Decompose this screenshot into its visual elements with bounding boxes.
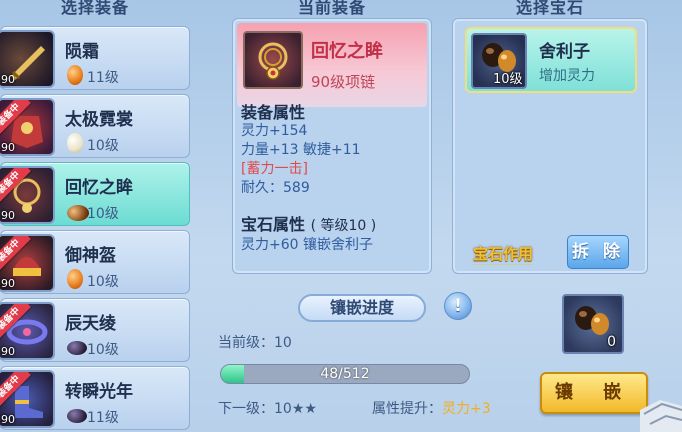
current-level-label: 当前级：10	[218, 335, 292, 351]
next-level-label: 下一级：10★★	[218, 401, 317, 417]
equipment-attributes: 装备属性 灵力+154 力量+13 敏捷+11 [蓄力一击] 耐久：589	[241, 103, 361, 198]
equipment-item-name: 太极霓裳	[65, 110, 133, 130]
equipment-level: 90	[1, 73, 15, 86]
gem-icon	[67, 269, 83, 289]
equipment-list-item[interactable]: 装备中 90 回忆之眸 10级	[0, 162, 190, 226]
necklace-icon[interactable]	[243, 31, 303, 89]
equipment-item-name: 御神盔	[65, 246, 116, 266]
attribute-line: 灵力+154	[241, 123, 308, 139]
equipment-level: 90	[1, 413, 15, 426]
gem-level: 11级	[87, 70, 119, 86]
gem-attributes-heading: 宝石属性 ( 等级10 )	[241, 215, 376, 236]
equipment-list-item[interactable]: 装备中 90 辰天绫 10级	[0, 298, 190, 362]
current-equipment-header: 回忆之眸 90级项链	[237, 23, 427, 107]
remove-gem-button[interactable]: 拆 除	[567, 235, 629, 269]
equipment-level: 90	[1, 209, 15, 222]
armor-icon: 装备中 90	[0, 98, 55, 156]
gem-card-name: 舍利子	[539, 42, 590, 62]
equipment-item-name: 辰天绫	[65, 314, 116, 334]
gem-level: 10级	[87, 274, 119, 290]
equipment-list-item[interactable]: 装备中 90 御神盔 10级	[0, 230, 190, 294]
inlay-progress-bar: 48/512	[220, 364, 470, 384]
attribute-boost-value: 灵力+3	[442, 401, 491, 417]
gem-icon	[67, 133, 83, 153]
gem-icon	[67, 65, 83, 85]
gem-level: 10级	[87, 138, 119, 154]
select-gem-panel: 10级 舍利子 增加灵力 宝石作用 拆 除	[452, 18, 648, 274]
equipment-item-name: 陨霜	[65, 42, 99, 62]
attribute-boost: 属性提升：灵力+3	[372, 398, 491, 418]
equipment-list-title: 选择装备	[60, 0, 129, 17]
belt-icon: 装备中 90	[0, 302, 55, 360]
gem-attributes: 宝石属性 ( 等级10 ) 灵力+60 镶嵌舍利子	[241, 215, 376, 255]
gem-material-slot[interactable]: 0	[562, 294, 624, 354]
sword-icon: 90	[0, 30, 55, 88]
gem-level: 10级	[87, 342, 119, 358]
select-gem-title: 选择宝石	[515, 0, 584, 17]
equipment-name: 回忆之眸	[311, 41, 383, 62]
gem-card-level: 10级	[493, 72, 523, 87]
durability: 耐久：589	[241, 180, 310, 196]
equipment-list-item[interactable]: 装备中 90 太极霓裳 10级	[0, 94, 190, 158]
attribute-line: 力量+13 敏捷+11	[241, 142, 361, 158]
gem-icon	[67, 409, 87, 423]
equipment-item-name: 转瞬光年	[65, 382, 133, 402]
inlay-progress-banner: 镶嵌进度	[298, 294, 426, 322]
attributes-heading: 装备属性	[241, 103, 306, 122]
slot-count: 0	[607, 334, 616, 350]
necklace-icon: 装备中 90	[0, 166, 55, 224]
inlay-button[interactable]: 镶 嵌	[540, 372, 648, 414]
helmet-icon: 装备中 90	[0, 234, 55, 292]
gem-card-sarira[interactable]: 10级 舍利子 增加灵力	[465, 27, 637, 93]
equipment-list-item[interactable]: 90 陨霜 11级	[0, 26, 190, 90]
gem-card-description: 增加灵力	[539, 68, 595, 84]
inlay-progress-text: 48/512	[320, 366, 370, 382]
gem-icon	[67, 341, 87, 355]
gem-level: 11级	[87, 410, 119, 426]
equipment-item-name: 回忆之眸	[65, 178, 133, 198]
gem-level-note: ( 等级10 )	[310, 218, 377, 234]
sarira-gem-icon: 10级	[471, 33, 527, 89]
current-equipment-panel: 回忆之眸 90级项链 装备属性 灵力+154 力量+13 敏捷+11 [蓄力一击…	[232, 18, 432, 274]
special-skill: [蓄力一击]	[241, 161, 308, 177]
gem-icon	[67, 205, 89, 221]
gem-attributes-title: 宝石属性	[241, 215, 306, 234]
gem-effect-link[interactable]: 宝石作用	[473, 243, 534, 265]
equipment-level: 90	[1, 277, 15, 290]
equipment-list-item[interactable]: 装备中 90 转瞬光年 11级	[0, 366, 190, 430]
equipment-type: 90级项链	[311, 73, 376, 91]
equipment-list: 选择装备 90 陨霜 11级 装备中 90 太极霓裳 10级 装备中 90 回忆之眸 10级 装备中 9…	[0, 0, 192, 432]
current-equipment-title: 当前装备	[297, 0, 366, 17]
attribute-boost-label: 属性提升：	[372, 401, 442, 417]
gem-level: 10级	[87, 206, 119, 222]
pagoda-roof-decoration	[640, 400, 682, 432]
boots-icon: 装备中 90	[0, 370, 55, 428]
equipment-level: 90	[1, 141, 15, 154]
help-icon[interactable]: !	[444, 292, 472, 320]
gem-effect-line: 灵力+60 镶嵌舍利子	[241, 237, 373, 253]
equipment-level: 90	[1, 345, 15, 358]
